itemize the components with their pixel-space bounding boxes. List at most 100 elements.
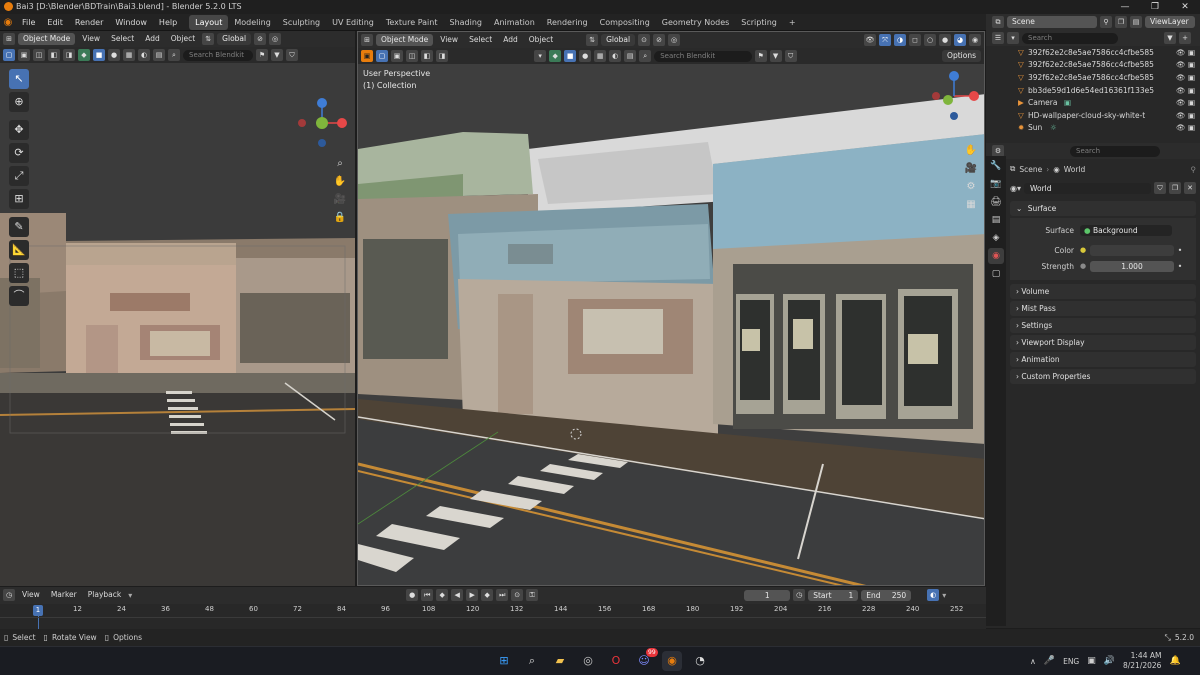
blendkit-hdri-icon[interactable]: ◐ bbox=[609, 50, 622, 62]
menu-view[interactable]: View bbox=[78, 31, 104, 47]
add-cube-tool-icon[interactable]: ⬚ bbox=[9, 263, 29, 283]
camera-restrict-icon[interactable]: ▣ bbox=[1188, 123, 1200, 132]
eye-icon[interactable]: 👁 bbox=[1176, 98, 1188, 107]
overlay-toggle-icon[interactable]: ◑ bbox=[894, 34, 906, 46]
menu-object[interactable]: Object bbox=[167, 31, 199, 47]
prev-keyframe-icon[interactable]: ◆ bbox=[436, 589, 449, 601]
tab-layout[interactable]: Layout bbox=[189, 15, 229, 30]
surface-panel-header[interactable]: ⌄ Surface bbox=[1010, 201, 1196, 216]
pin-icon[interactable]: ⚲ bbox=[1191, 165, 1197, 174]
blender-menu-icon[interactable]: ◉ bbox=[0, 14, 16, 31]
tab-rendering[interactable]: Rendering bbox=[541, 15, 594, 30]
tab-shading[interactable]: Shading bbox=[443, 15, 488, 30]
mist-pass-panel-header[interactable]: › Mist Pass bbox=[1010, 301, 1196, 316]
blendkit-icon[interactable]: ◆ bbox=[549, 50, 562, 62]
gizmo-toggle-icon[interactable]: ⤧ bbox=[879, 34, 891, 46]
tool-tab-icon[interactable]: 🔧 bbox=[988, 158, 1004, 174]
mode-dropdown[interactable]: Object Mode bbox=[376, 34, 434, 46]
new-scene-icon[interactable]: ❐ bbox=[1115, 16, 1127, 28]
display-icon[interactable]: ▣ bbox=[1087, 656, 1096, 666]
render-tab-icon[interactable]: 📷 bbox=[988, 176, 1004, 192]
zoom-icon[interactable]: ⌕ bbox=[333, 157, 347, 171]
options-dropdown[interactable]: Options bbox=[942, 50, 981, 62]
menu-edit[interactable]: Edit bbox=[41, 14, 69, 31]
playback-dropdown-icon[interactable]: ▾ bbox=[128, 591, 140, 600]
outliner-item[interactable]: ✹ Sun ☼ 👁 ▣ bbox=[1014, 122, 1200, 135]
menu-add[interactable]: Add bbox=[141, 31, 164, 47]
auto-key-icon[interactable]: ⊙ bbox=[511, 589, 524, 601]
play-icon[interactable]: ▶ bbox=[466, 589, 479, 601]
blendkit-search-input[interactable]: Search Blendkit bbox=[654, 50, 752, 62]
select-invert-icon[interactable]: ◧ bbox=[48, 49, 60, 61]
lock-icon[interactable]: 🔒 bbox=[333, 211, 347, 225]
jump-start-icon[interactable]: ⏮ bbox=[421, 589, 434, 601]
start-menu-icon[interactable]: ⊞ bbox=[494, 651, 514, 671]
blendkit-models-icon[interactable]: ■ bbox=[564, 50, 577, 62]
camera-restrict-icon[interactable]: ▣ bbox=[1188, 98, 1200, 107]
timeline-view-dropdown-icon[interactable]: ▾ bbox=[942, 591, 952, 600]
shading-solid-icon[interactable]: ● bbox=[939, 34, 951, 46]
blendkit-scenes-icon[interactable]: ▤ bbox=[153, 49, 165, 61]
strength-field[interactable]: 1.000 bbox=[1090, 260, 1174, 272]
grid-icon[interactable]: ▦ bbox=[964, 198, 978, 212]
tab-geometry-nodes[interactable]: Geometry Nodes bbox=[656, 15, 735, 30]
outliner-filter-icon[interactable]: ▾ bbox=[1007, 32, 1019, 44]
camera-restrict-icon[interactable]: ▣ bbox=[1188, 111, 1200, 120]
tab-scripting[interactable]: Scripting bbox=[735, 15, 783, 30]
select-extend-icon[interactable]: ▣ bbox=[391, 50, 403, 62]
transform-dropdown[interactable]: Global bbox=[217, 33, 252, 45]
filter-icon[interactable]: ▼ bbox=[769, 50, 782, 62]
close-icon[interactable]: ✕ bbox=[1170, 0, 1200, 14]
blendkit-search-icon[interactable]: ⌕ bbox=[639, 50, 652, 62]
menu-select[interactable]: Select bbox=[107, 31, 138, 47]
transform-orientation-icon[interactable]: ⇅ bbox=[202, 33, 215, 45]
volume-panel-header[interactable]: › Volume bbox=[1010, 284, 1196, 299]
editor-type-icon[interactable]: ⊞ bbox=[361, 34, 373, 46]
outliner-add-icon[interactable]: + bbox=[1179, 32, 1191, 44]
blendkit-brushes-icon[interactable]: ▦ bbox=[123, 49, 135, 61]
tab-texture-paint[interactable]: Texture Paint bbox=[380, 15, 444, 30]
keyframe-dot-icon[interactable]: • bbox=[1174, 262, 1186, 271]
camera-view-icon[interactable]: 🎥 bbox=[333, 193, 347, 207]
select-box-icon[interactable]: ▢ bbox=[376, 50, 388, 62]
measure-tool-icon[interactable]: 📐 bbox=[9, 240, 29, 260]
shading-rendered-icon[interactable]: ◉ bbox=[969, 34, 981, 46]
eye-icon[interactable]: 👁 bbox=[1176, 60, 1188, 69]
world-tab-icon[interactable]: ◉ bbox=[988, 248, 1004, 264]
microphone-icon[interactable]: 🎤 bbox=[1044, 656, 1055, 666]
tray-expand-icon[interactable]: ∧ bbox=[1030, 657, 1036, 666]
menu-view[interactable]: View bbox=[436, 32, 462, 48]
blendkit-materials-icon[interactable]: ● bbox=[108, 49, 120, 61]
fake-user-icon[interactable]: ⛉ bbox=[1154, 182, 1166, 194]
outliner-search-input[interactable]: Search bbox=[1022, 32, 1118, 44]
eye-icon[interactable]: 👁 bbox=[1176, 86, 1188, 95]
transform-dropdown[interactable]: Global bbox=[601, 34, 636, 46]
surface-shader-field[interactable]: ● Background bbox=[1080, 224, 1172, 236]
browser-icon[interactable]: ◎ bbox=[578, 651, 598, 671]
timeline-menu-playback[interactable]: Playback bbox=[84, 587, 125, 603]
navigation-gizmo[interactable] bbox=[296, 97, 348, 149]
shading-material-icon[interactable]: ◕ bbox=[954, 34, 966, 46]
scene-name-field[interactable]: Scene bbox=[1007, 16, 1097, 28]
blendkit-models-icon[interactable]: ■ bbox=[93, 49, 105, 61]
camera-view-icon[interactable]: 🎥 bbox=[964, 162, 978, 176]
outliner-item[interactable]: ▽ 392f62e2c8e5ae7586cc4cfbe585 👁 ▣ bbox=[1014, 46, 1200, 59]
snap-icon[interactable]: ⊘ bbox=[653, 34, 666, 46]
camera-restrict-icon[interactable]: ▣ bbox=[1188, 60, 1200, 69]
camera-restrict-icon[interactable]: ▣ bbox=[1188, 48, 1200, 57]
eye-icon[interactable]: 👁 bbox=[1176, 111, 1188, 120]
view-layer-field[interactable]: ViewLayer bbox=[1145, 16, 1195, 28]
snap-icon[interactable]: ⊘ bbox=[254, 33, 267, 45]
timeline-editor-icon[interactable]: ◷ bbox=[3, 589, 15, 601]
filter-icon[interactable]: ▼ bbox=[271, 49, 283, 61]
blendkit-search-input[interactable]: Search Blendkit bbox=[183, 49, 253, 61]
timeline-menu-marker[interactable]: Marker bbox=[47, 587, 81, 603]
select-intersect-icon[interactable]: ◨ bbox=[63, 49, 75, 61]
bookmark-icon[interactable]: ⚑ bbox=[256, 49, 268, 61]
clock[interactable]: 1:44 AM 8/21/2026 bbox=[1123, 651, 1161, 671]
pan-hand-icon[interactable]: ✋ bbox=[964, 144, 978, 158]
transform-tool-icon[interactable]: ⊞ bbox=[9, 189, 29, 209]
navigation-gizmo[interactable] bbox=[928, 70, 980, 122]
blendkit-materials-icon[interactable]: ● bbox=[579, 50, 592, 62]
bookmark-icon[interactable]: ⚑ bbox=[754, 50, 767, 62]
